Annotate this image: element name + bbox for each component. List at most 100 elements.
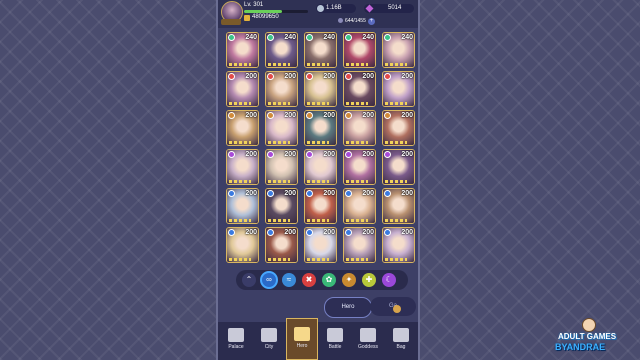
hero-card[interactable]: 200: [304, 110, 337, 146]
hero-card[interactable]: 200: [304, 149, 337, 185]
element-icon: [345, 229, 352, 236]
hero-card[interactable]: 200: [382, 149, 415, 185]
hero-card[interactable]: 200: [304, 71, 337, 107]
hero-level: 240: [323, 34, 335, 41]
star-rating: [385, 63, 407, 66]
hero-card[interactable]: 200: [265, 227, 298, 263]
hero-card[interactable]: 200: [304, 188, 337, 224]
element-icon: [306, 190, 313, 197]
nav-item-palace[interactable]: Palace: [220, 322, 252, 360]
hero-card[interactable]: 200: [265, 188, 298, 224]
hero-card[interactable]: 200: [226, 188, 259, 224]
hero-card[interactable]: 240: [304, 32, 337, 68]
hero-grid: 240 240 240 240 240 200 200 200 200 200 200 200 200 2…: [226, 32, 415, 263]
hero-card[interactable]: 200: [382, 227, 415, 263]
star-rating: [385, 180, 407, 183]
earth-filter-icon[interactable]: ✦: [342, 273, 356, 287]
hero-count-value: 644/1455: [345, 18, 366, 24]
element-icon: [228, 229, 235, 236]
gem-icon: [365, 4, 374, 13]
hero-level: 200: [362, 112, 374, 119]
hero-count: 644/1455 +: [338, 17, 376, 25]
hero-level: 200: [323, 112, 335, 119]
element-icon: [384, 190, 391, 197]
hero-level: 200: [284, 73, 296, 80]
hero-card[interactable]: 200: [226, 110, 259, 146]
add-slots-icon[interactable]: +: [367, 18, 375, 25]
hero-level: 200: [284, 190, 296, 197]
hero-card[interactable]: 200: [304, 227, 337, 263]
star-rating: [229, 258, 251, 261]
hero-card[interactable]: 200: [343, 188, 376, 224]
nav-label: Hero: [296, 343, 308, 349]
coin-icon: [317, 5, 324, 12]
element-icon: [345, 190, 352, 197]
star-rating: [307, 63, 329, 66]
nav-item-city[interactable]: City: [253, 322, 285, 360]
hero-card[interactable]: 200: [343, 227, 376, 263]
element-icon: [228, 34, 235, 41]
hero-card[interactable]: 200: [226, 71, 259, 107]
element-icon: [306, 229, 313, 236]
collapse-up-icon[interactable]: ⌃: [242, 273, 256, 287]
nav-item-hero[interactable]: Hero: [286, 318, 318, 360]
element-icon: [306, 151, 313, 158]
element-icon: [267, 34, 274, 41]
element-icon: [345, 112, 352, 119]
nav-item-bag[interactable]: Bag: [385, 322, 417, 360]
hero-card[interactable]: 200: [265, 149, 298, 185]
element-icon: [384, 34, 391, 41]
coins-value: 1.16B: [326, 5, 342, 11]
goddess-icon: [360, 328, 376, 342]
water-filter-icon[interactable]: ≈: [282, 273, 296, 287]
element-icon: [306, 34, 313, 41]
gems-display[interactable]: 5014: [364, 4, 414, 13]
hero-card[interactable]: 240: [265, 32, 298, 68]
tab-hero[interactable]: Hero: [324, 297, 372, 318]
coins-display[interactable]: 1.16B: [316, 4, 356, 13]
hero-card[interactable]: 200: [226, 227, 259, 263]
element-icon: [228, 190, 235, 197]
battle-icon: [327, 328, 343, 342]
hero-card[interactable]: 200: [343, 71, 376, 107]
star-rating: [385, 219, 407, 222]
nav-label: City: [264, 344, 274, 350]
nature-filter-icon[interactable]: ✿: [322, 273, 336, 287]
hero-card[interactable]: 240: [382, 32, 415, 68]
nav-label: Palace: [228, 344, 244, 350]
hero-icon: [294, 327, 310, 341]
star-rating: [307, 258, 329, 261]
hero-level: 240: [401, 34, 413, 41]
hero-card[interactable]: 200: [382, 110, 415, 146]
star-rating: [229, 180, 251, 183]
infinity-filter-icon[interactable]: ∞: [262, 273, 276, 287]
star-rating: [385, 102, 407, 105]
hero-card[interactable]: 240: [343, 32, 376, 68]
hero-card[interactable]: 200: [265, 71, 298, 107]
star-rating: [268, 219, 290, 222]
star-rating: [346, 219, 368, 222]
element-icon: [228, 112, 235, 119]
dark-filter-icon[interactable]: ☾: [382, 273, 396, 287]
hero-card[interactable]: 200: [343, 149, 376, 185]
light-filter-icon[interactable]: ✚: [362, 273, 376, 287]
hero-card[interactable]: 200: [343, 110, 376, 146]
hero-level: 200: [284, 229, 296, 236]
hero-level: 200: [401, 73, 413, 80]
nav-item-goddess[interactable]: Goddess: [352, 322, 384, 360]
element-icon: [267, 190, 274, 197]
hero-level: 200: [323, 73, 335, 80]
star-rating: [385, 258, 407, 261]
star-rating: [229, 102, 251, 105]
fire-filter-icon[interactable]: ✖: [302, 273, 316, 287]
hero-card[interactable]: 200: [265, 110, 298, 146]
star-rating: [229, 63, 251, 66]
hero-card[interactable]: 200: [382, 71, 415, 107]
nav-item-battle[interactable]: Battle: [319, 322, 351, 360]
hero-card[interactable]: 240: [226, 32, 259, 68]
hero-level: 200: [362, 73, 374, 80]
element-icon: [267, 112, 274, 119]
divider-right: [418, 0, 420, 360]
hero-card[interactable]: 200: [226, 149, 259, 185]
hero-card[interactable]: 200: [382, 188, 415, 224]
